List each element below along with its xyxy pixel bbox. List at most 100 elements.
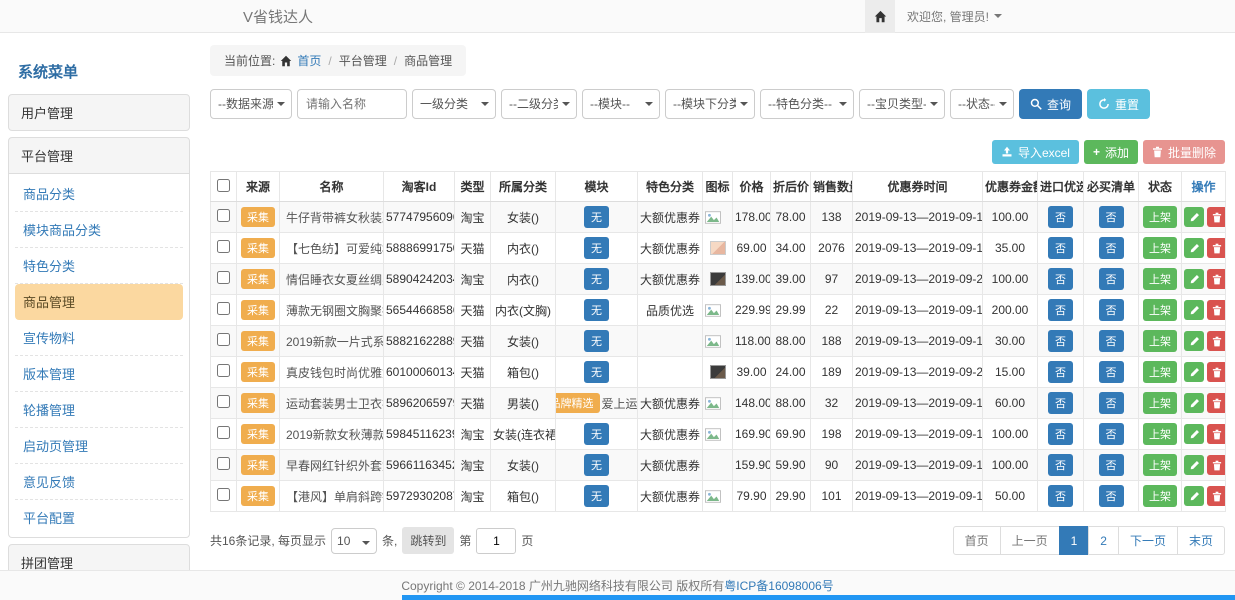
imported-toggle-button[interactable]: 否 — [1048, 454, 1073, 476]
must-buy-toggle-button[interactable]: 否 — [1099, 330, 1124, 352]
page-button[interactable]: 1 — [1059, 526, 1090, 555]
status-button[interactable]: 上架 — [1143, 454, 1177, 476]
sidebar-item[interactable]: 意见反馈 — [15, 464, 183, 500]
must-buy-toggle-button[interactable]: 否 — [1099, 361, 1124, 383]
imported-toggle-button[interactable]: 否 — [1048, 330, 1073, 352]
delete-button[interactable] — [1207, 486, 1226, 506]
imported-toggle-button[interactable]: 否 — [1048, 268, 1073, 290]
sidebar-item[interactable]: 商品管理 — [15, 284, 183, 320]
sidebar-item[interactable]: 轮播管理 — [15, 392, 183, 428]
module-none-button[interactable]: 无 — [584, 330, 609, 352]
page-button[interactable]: 首页 — [953, 526, 1001, 555]
module-none-button[interactable]: 无 — [584, 454, 609, 476]
status-button[interactable]: 上架 — [1143, 206, 1177, 228]
must-buy-toggle-button[interactable]: 否 — [1099, 299, 1124, 321]
delete-button[interactable] — [1207, 331, 1226, 351]
edit-button[interactable] — [1184, 300, 1204, 320]
import-excel-button[interactable]: 导入excel — [992, 140, 1079, 164]
home-button[interactable] — [865, 0, 895, 33]
row-checkbox[interactable] — [217, 395, 230, 408]
status-button[interactable]: 上架 — [1143, 361, 1177, 383]
imported-toggle-button[interactable]: 否 — [1048, 206, 1073, 228]
must-buy-toggle-button[interactable]: 否 — [1099, 206, 1124, 228]
module-sub-category-select[interactable]: --模块下分类-- — [665, 89, 755, 119]
edit-button[interactable] — [1184, 455, 1204, 475]
status-button[interactable]: 上架 — [1143, 268, 1177, 290]
add-button[interactable]: + 添加 — [1084, 140, 1138, 164]
page-button[interactable]: 上一页 — [1000, 526, 1060, 555]
row-checkbox[interactable] — [217, 488, 230, 501]
delete-button[interactable] — [1207, 362, 1226, 382]
reset-button[interactable]: 重置 — [1087, 89, 1150, 119]
delete-button[interactable] — [1207, 393, 1226, 413]
imported-toggle-button[interactable]: 否 — [1048, 485, 1073, 507]
delete-button[interactable] — [1207, 207, 1226, 227]
status-button[interactable]: 上架 — [1143, 299, 1177, 321]
imported-toggle-button[interactable]: 否 — [1048, 423, 1073, 445]
module-none-button[interactable]: 无 — [584, 299, 609, 321]
imported-toggle-button[interactable]: 否 — [1048, 392, 1073, 414]
imported-toggle-button[interactable]: 否 — [1048, 299, 1073, 321]
module-none-button[interactable]: 无 — [584, 423, 609, 445]
page-button[interactable]: 末页 — [1177, 526, 1225, 555]
status-button[interactable]: 上架 — [1143, 392, 1177, 414]
level1-category-select[interactable]: 一级分类 — [412, 89, 496, 119]
page-size-select[interactable]: 10 — [331, 528, 377, 554]
sidebar-item[interactable]: 宣传物料 — [15, 320, 183, 356]
delete-button[interactable] — [1207, 238, 1226, 258]
level2-category-select[interactable]: --二级分类-- — [501, 89, 577, 119]
sidebar-item[interactable]: 平台配置 — [15, 500, 183, 535]
edit-button[interactable] — [1184, 393, 1204, 413]
must-buy-toggle-button[interactable]: 否 — [1099, 423, 1124, 445]
row-checkbox[interactable] — [217, 271, 230, 284]
status-button[interactable]: 上架 — [1143, 237, 1177, 259]
sidebar-section-header[interactable]: 平台管理 — [8, 137, 190, 174]
row-checkbox[interactable] — [217, 333, 230, 346]
data-source-select[interactable]: --数据来源-- — [210, 89, 292, 119]
search-button[interactable]: 查询 — [1019, 89, 1082, 119]
jump-page-input[interactable] — [476, 528, 516, 554]
user-menu[interactable]: 欢迎您, 管理员! — [895, 8, 1235, 25]
page-button[interactable]: 下一页 — [1118, 526, 1178, 555]
icp-link[interactable]: 粤ICP备16098006号 — [724, 577, 833, 594]
row-checkbox[interactable] — [217, 457, 230, 470]
row-checkbox[interactable] — [217, 209, 230, 222]
must-buy-toggle-button[interactable]: 否 — [1099, 485, 1124, 507]
edit-button[interactable] — [1184, 207, 1204, 227]
status-button[interactable]: 上架 — [1143, 485, 1177, 507]
delete-button[interactable] — [1207, 300, 1226, 320]
must-buy-toggle-button[interactable]: 否 — [1099, 454, 1124, 476]
page-button[interactable]: 2 — [1088, 526, 1119, 555]
must-buy-toggle-button[interactable]: 否 — [1099, 268, 1124, 290]
imported-toggle-button[interactable]: 否 — [1048, 361, 1073, 383]
row-checkbox[interactable] — [217, 240, 230, 253]
module-none-button[interactable]: 无 — [584, 237, 609, 259]
must-buy-toggle-button[interactable]: 否 — [1099, 237, 1124, 259]
edit-button[interactable] — [1184, 424, 1204, 444]
status-button[interactable]: 上架 — [1143, 423, 1177, 445]
sidebar-item[interactable]: 版本管理 — [15, 356, 183, 392]
jump-button[interactable]: 跳转到 — [402, 527, 454, 554]
name-input[interactable] — [297, 89, 407, 119]
must-buy-toggle-button[interactable]: 否 — [1099, 392, 1124, 414]
sidebar-item[interactable]: 启动页管理 — [15, 428, 183, 464]
module-none-button[interactable]: 无 — [584, 485, 609, 507]
edit-button[interactable] — [1184, 486, 1204, 506]
module-none-button[interactable]: 无 — [584, 206, 609, 228]
item-type-select[interactable]: --宝贝类型-- — [859, 89, 945, 119]
edit-button[interactable] — [1184, 238, 1204, 258]
sidebar-item[interactable]: 商品分类 — [15, 176, 183, 212]
module-none-button[interactable]: 无 — [584, 268, 609, 290]
feature-category-select[interactable]: --特色分类-- — [760, 89, 854, 119]
breadcrumb-home-link[interactable]: 首页 — [297, 52, 321, 69]
imported-toggle-button[interactable]: 否 — [1048, 237, 1073, 259]
row-checkbox[interactable] — [217, 302, 230, 315]
edit-button[interactable] — [1184, 269, 1204, 289]
status-button[interactable]: 上架 — [1143, 330, 1177, 352]
sidebar-section-header[interactable]: 拼团管理 — [8, 544, 190, 570]
edit-button[interactable] — [1184, 331, 1204, 351]
batch-delete-button[interactable]: 批量删除 — [1143, 140, 1225, 164]
delete-button[interactable] — [1207, 455, 1226, 475]
row-checkbox[interactable] — [217, 364, 230, 377]
edit-button[interactable] — [1184, 362, 1204, 382]
